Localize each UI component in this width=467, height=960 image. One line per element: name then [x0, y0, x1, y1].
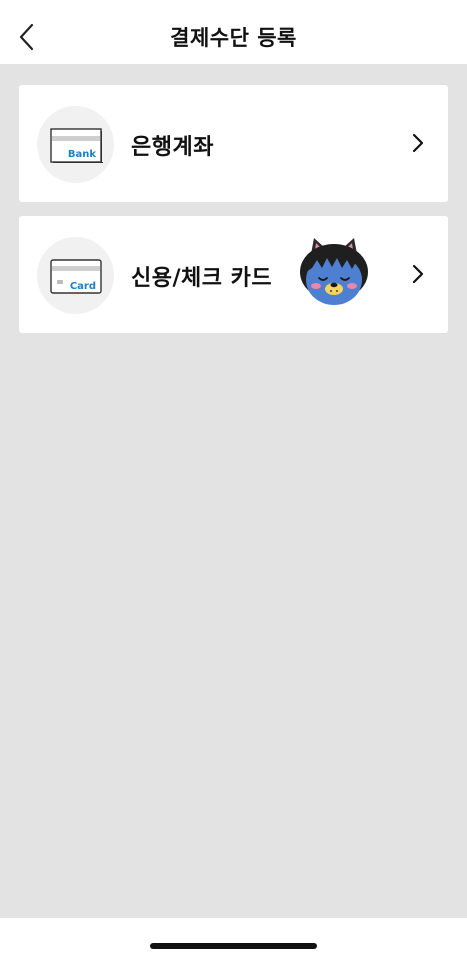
bank-card-icon: Bank	[50, 128, 103, 163]
bank-icon-text: Bank	[68, 149, 96, 160]
bank-icon-circle: Bank	[37, 106, 114, 183]
chevron-right-icon	[412, 264, 424, 284]
page-title: 결제수단 등록	[170, 26, 297, 50]
home-indicator[interactable]	[150, 943, 317, 949]
bottom-safe-area	[0, 918, 467, 960]
bank-account-option[interactable]: Bank 은행계좌	[19, 85, 448, 202]
chevron-right-icon	[412, 133, 424, 153]
credit-card-option[interactable]: Card 신용/체크 카드	[19, 216, 448, 333]
app-header: 결제수단 등록	[0, 0, 467, 64]
credit-card-icon: Card	[50, 259, 102, 294]
bank-account-label: 은행계좌	[131, 135, 214, 160]
card-icon-text: Card	[70, 281, 96, 292]
credit-card-label: 신용/체크 카드	[131, 266, 273, 291]
card-icon-circle: Card	[37, 237, 114, 314]
sleeping-cat-character-icon	[300, 238, 368, 305]
